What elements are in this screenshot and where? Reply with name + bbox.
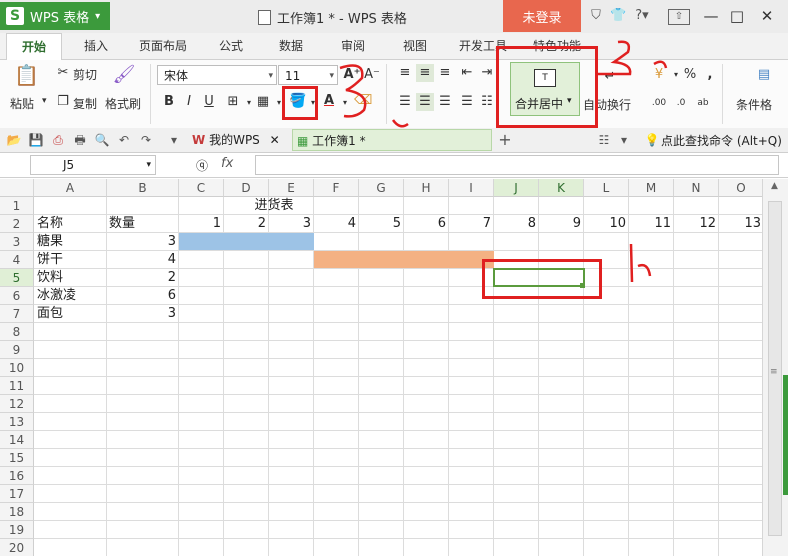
handwritten-three	[339, 64, 367, 118]
handwritten-two	[598, 40, 632, 76]
handwritten-mark	[653, 60, 668, 69]
annotation-strokes	[339, 40, 668, 283]
handwritten-one	[629, 243, 652, 283]
handwritten-tick	[391, 119, 409, 128]
